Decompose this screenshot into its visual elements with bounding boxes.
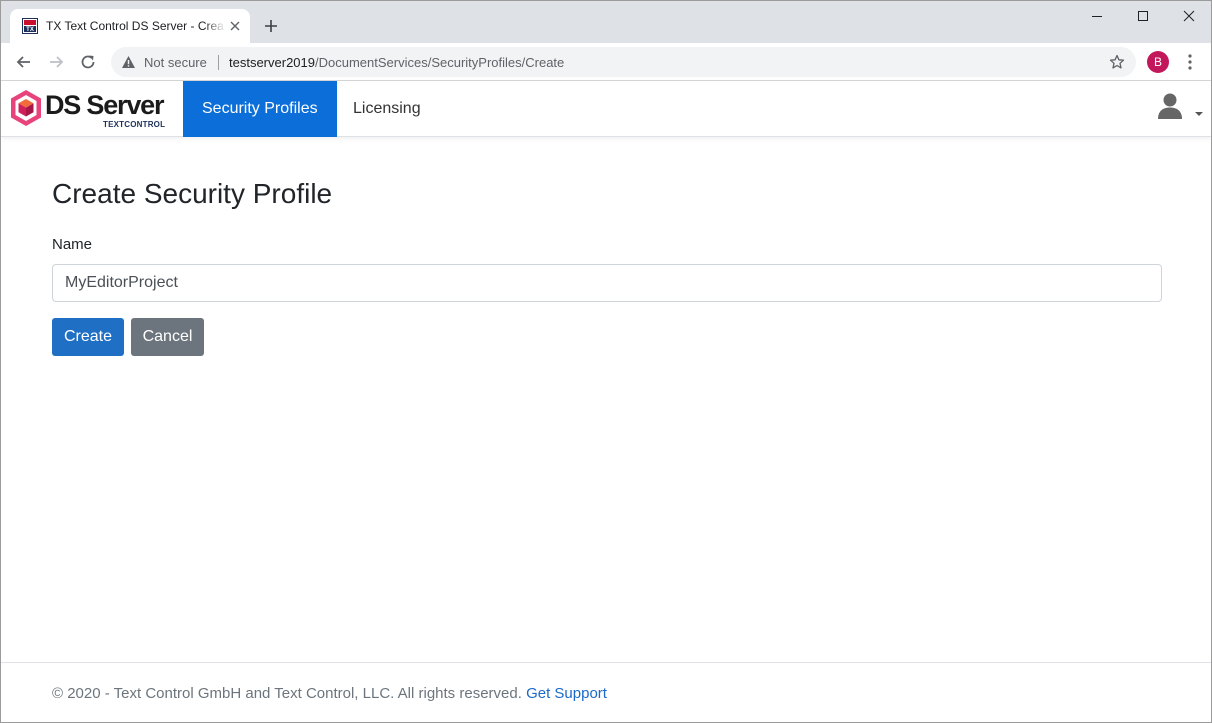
tab-close-icon[interactable]	[228, 19, 242, 33]
browser-window: TX TX Text Control DS Server - Create Se…	[0, 0, 1212, 723]
brand-tagline: TEXTCONTROL	[103, 120, 166, 129]
name-label: Name	[52, 236, 93, 253]
main-content: Create Security Profile Name Create Canc…	[52, 177, 1162, 356]
footer: © 2020 - Text Control GmbH and Text Cont…	[1, 662, 1211, 722]
ds-server-logo-icon	[11, 90, 41, 126]
browser-toolbar: Not secure testserver2019/DocumentServic…	[1, 43, 1211, 81]
cancel-button[interactable]: Cancel	[131, 318, 204, 356]
user-icon	[1158, 93, 1182, 119]
profile-avatar[interactable]: B	[1147, 51, 1169, 73]
browser-tab[interactable]: TX TX Text Control DS Server - Create Se…	[10, 9, 250, 43]
title-bar: TX TX Text Control DS Server - Create Se…	[1, 1, 1211, 43]
footer-text: © 2020 - Text Control GmbH and Text Cont…	[52, 685, 607, 702]
chevron-down-icon	[1195, 112, 1203, 116]
security-status[interactable]: Not secure	[144, 55, 207, 70]
brand-name: DS Server	[45, 90, 164, 120]
tx-favicon-icon: TX	[22, 18, 38, 34]
page-title: Create Security Profile	[52, 178, 333, 209]
tab-title: TX Text Control DS Server - Create Secur…	[46, 19, 224, 33]
url-host: testserver2019	[229, 55, 315, 70]
back-arrow-icon[interactable]	[14, 52, 34, 72]
new-tab-icon[interactable]	[262, 17, 280, 35]
minimize-icon	[1092, 16, 1102, 17]
reload-icon[interactable]	[78, 52, 98, 72]
tab-title-fade	[204, 15, 226, 37]
bookmark-star-icon[interactable]	[1109, 54, 1125, 70]
nav-security-profiles[interactable]: Security Profiles	[183, 81, 337, 137]
warning-icon[interactable]	[121, 55, 136, 69]
user-menu[interactable]	[1155, 91, 1207, 127]
copyright-text: © 2020 - Text Control GmbH and Text Cont…	[52, 685, 522, 702]
maximize-button[interactable]	[1120, 1, 1166, 31]
nav-licensing[interactable]: Licensing	[334, 81, 440, 137]
address-bar[interactable]: Not secure testserver2019/DocumentServic…	[111, 47, 1136, 77]
close-icon	[1183, 10, 1195, 22]
get-support-link[interactable]: Get Support	[526, 685, 607, 702]
name-input[interactable]	[52, 264, 1162, 302]
url-path: /DocumentServices/SecurityProfiles/Creat…	[315, 55, 565, 70]
brand-logo[interactable]: DS Server TEXTCONTROL	[9, 89, 169, 131]
close-window-button[interactable]	[1166, 1, 1211, 31]
minimize-button[interactable]	[1074, 1, 1120, 31]
address-separator	[218, 55, 219, 70]
url-text[interactable]: testserver2019/DocumentServices/Security…	[229, 55, 564, 70]
maximize-icon	[1138, 11, 1148, 21]
app-navbar: DS Server TEXTCONTROL Security Profiles …	[1, 81, 1211, 137]
svg-text:TX: TX	[26, 27, 34, 33]
forward-arrow-icon[interactable]	[46, 52, 66, 72]
create-button[interactable]: Create	[52, 318, 124, 356]
more-menu-icon[interactable]	[1182, 53, 1198, 71]
